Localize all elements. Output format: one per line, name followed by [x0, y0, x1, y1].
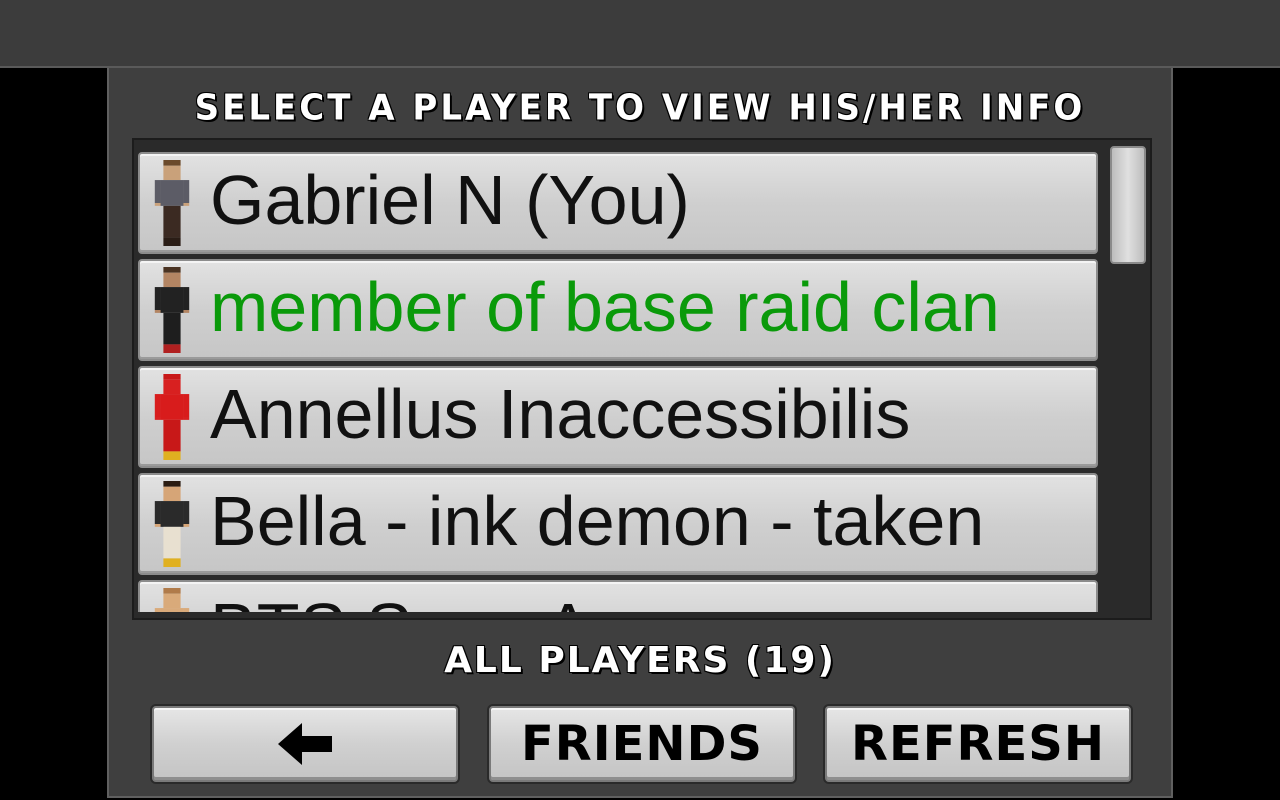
- back-button[interactable]: [152, 706, 458, 782]
- player-avatar-icon: [154, 481, 190, 567]
- refresh-button[interactable]: REFRESH: [825, 706, 1131, 782]
- player-avatar-icon: [154, 267, 190, 353]
- left-arrow-icon: [278, 723, 332, 765]
- player-name: Gabriel N (You): [210, 161, 690, 239]
- list-item-player[interactable]: member of base raid clan: [138, 259, 1098, 361]
- page-title: SELECT A PLAYER TO VIEW HIS/HER INFO: [194, 87, 1086, 129]
- list-item-player[interactable]: Annellus Inaccessibilis: [138, 366, 1098, 468]
- player-count-label: ALL PLAYERS (19): [444, 640, 836, 681]
- list-item-player[interactable]: Gabriel N (You): [138, 152, 1098, 254]
- player-name: member of base raid clan: [210, 268, 1000, 346]
- list-item-player[interactable]: Bella - ink demon - taken: [138, 473, 1098, 575]
- player-name: Annellus Inaccessibilis: [210, 375, 911, 453]
- scrollbar[interactable]: [1110, 146, 1146, 614]
- player-avatar-icon: [154, 588, 190, 612]
- player-avatar-icon: [154, 374, 190, 460]
- player-list-panel: SELECT A PLAYER TO VIEW HIS/HER INFO Gab…: [107, 68, 1173, 798]
- friends-button[interactable]: FRIENDS: [489, 706, 795, 782]
- list-item-player[interactable]: BTS Sega Amy: [138, 580, 1098, 612]
- player-list-viewport[interactable]: Gabriel N (You) member of base raid clan…: [138, 152, 1100, 612]
- scrollbar-thumb[interactable]: [1110, 146, 1146, 264]
- player-name: Bella - ink demon - taken: [210, 482, 985, 560]
- player-list: Gabriel N (You) member of base raid clan…: [132, 138, 1152, 620]
- player-avatar-icon: [154, 160, 190, 246]
- player-name: BTS Sega Amy: [210, 593, 685, 612]
- top-bar: [0, 0, 1280, 68]
